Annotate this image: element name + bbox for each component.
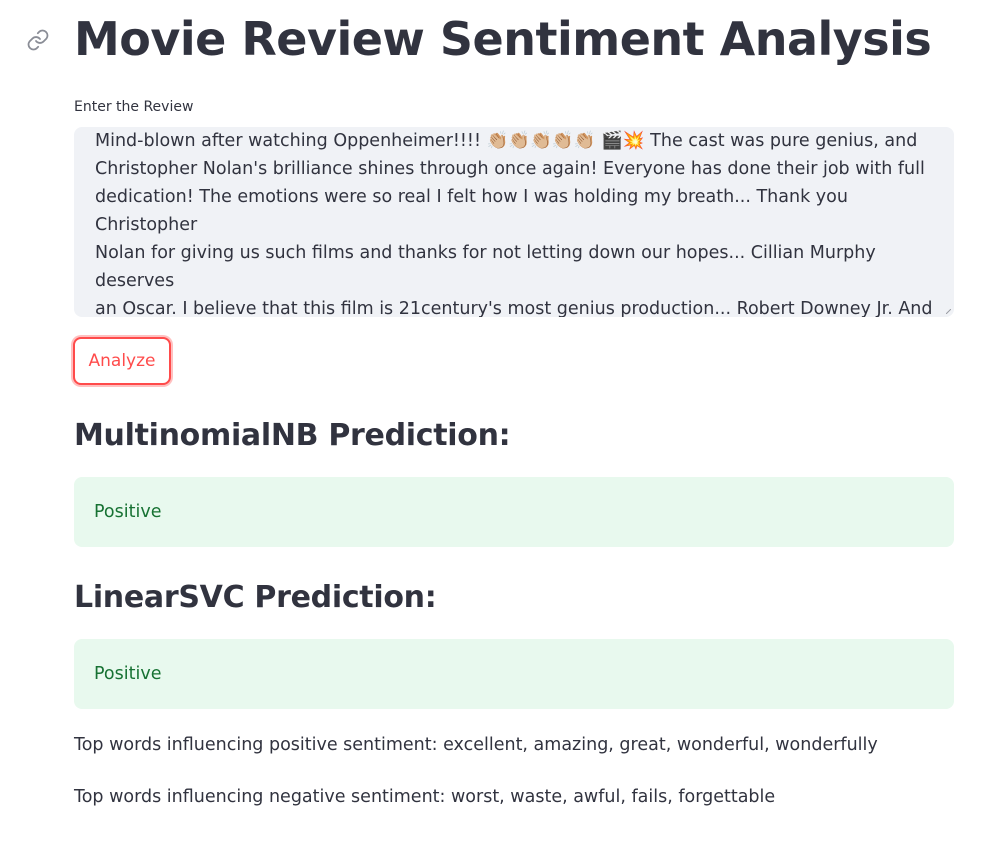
review-textarea[interactable]: Mind-blown after watching Oppenheimer!!!… [74,127,954,317]
link-icon [26,29,50,56]
review-label: Enter the Review [74,99,194,115]
resize-grip-icon[interactable] [946,309,951,314]
multinomialnb-heading: MultinomialNB Prediction: [74,418,511,453]
linearsvc-heading: LinearSVC Prediction: [74,580,437,615]
top-positive-words: Top words influencing positive sentiment… [74,735,878,755]
anchor-link[interactable] [26,28,50,52]
top-negative-words: Top words influencing negative sentiment… [74,787,776,807]
linearsvc-result: Positive [74,639,954,709]
analyze-button[interactable]: Analyze [73,337,171,385]
multinomialnb-result: Positive [74,477,954,547]
page-title: Movie Review Sentiment Analysis [74,12,932,66]
review-text[interactable]: Mind-blown after watching Oppenheimer!!!… [95,127,940,317]
multinomialnb-prediction: Positive [94,502,162,522]
linearsvc-prediction: Positive [94,664,162,684]
